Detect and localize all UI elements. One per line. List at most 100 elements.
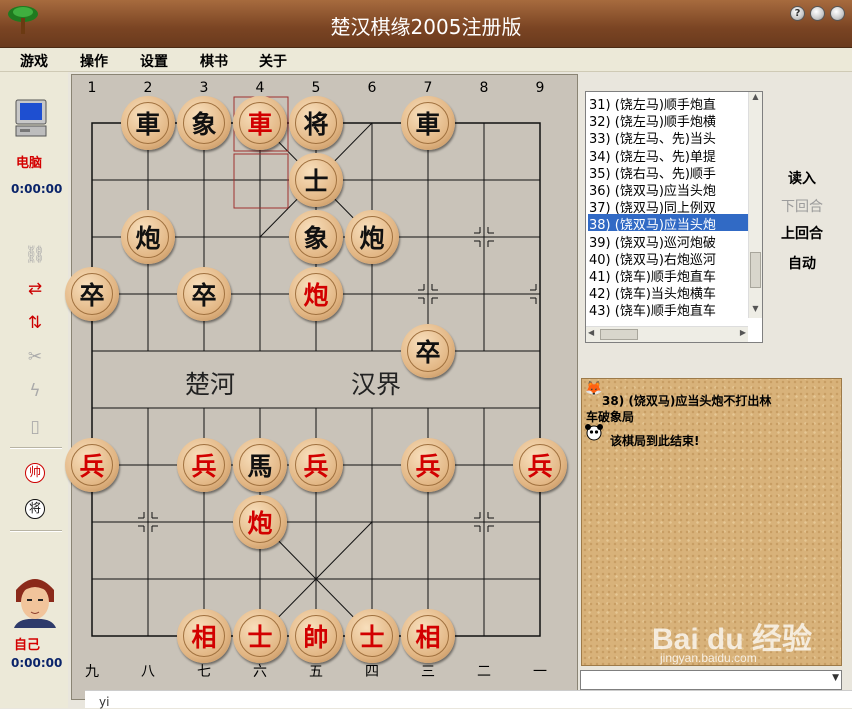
next-move-button[interactable]: 下回合 (772, 196, 832, 216)
move-list-vertical-scrollbar[interactable]: ▲ ▼ (748, 92, 762, 318)
auto-play-button[interactable]: 自动 (772, 253, 832, 273)
move-list-item[interactable]: 35) (饶右马、先)顺手 (588, 163, 752, 180)
piece-label: 兵 (183, 444, 225, 486)
close-button[interactable] (830, 6, 845, 21)
lightning-icon[interactable]: ϟ (22, 378, 48, 404)
piece-label: 卒 (183, 273, 225, 315)
red-piece[interactable]: 兵 (513, 438, 567, 492)
red-piece[interactable]: 相 (177, 609, 231, 663)
black-general-icon[interactable]: 将 (22, 496, 48, 522)
red-piece[interactable]: 車 (233, 96, 287, 150)
file-label-bottom: 八 (141, 664, 155, 680)
piece-label: 士 (239, 615, 281, 657)
bottom-input-strip[interactable]: yi (85, 690, 852, 709)
black-piece[interactable]: 士 (289, 153, 343, 207)
scroll-right-icon[interactable]: ▶ (740, 328, 746, 337)
file-label-bottom: 四 (365, 664, 379, 680)
black-piece[interactable]: 象 (289, 210, 343, 264)
red-piece[interactable]: 兵 (289, 438, 343, 492)
self-player-name: 自己 (14, 638, 41, 653)
prev-move-button[interactable]: 上回合 (772, 223, 832, 243)
comment-line-3: 该棋局到此结束! (610, 434, 700, 448)
move-list-item[interactable]: 41) (饶车)顺手炮直车 (588, 266, 752, 283)
black-piece[interactable]: 馬 (233, 438, 287, 492)
scroll-up-icon[interactable]: ▲ (749, 92, 762, 106)
computer-timer: 0:00:00 (11, 182, 63, 196)
left-panel: 电脑 0:00:00 ⛓ ⇄ ⇅ ✂ ϟ ▯ 帅 将 自己 0:00:00 (0, 72, 68, 708)
load-button[interactable]: 读入 (772, 168, 832, 188)
move-list-item[interactable]: 36) (饶双马)应当头炮 (588, 180, 752, 197)
red-piece[interactable]: 炮 (233, 495, 287, 549)
menu-game[interactable]: 游戏 (20, 51, 48, 71)
file-label-top: 6 (367, 80, 377, 96)
menu-chessbook[interactable]: 棋书 (200, 51, 228, 71)
black-piece[interactable]: 車 (401, 96, 455, 150)
menu-about[interactable]: 关于 (259, 51, 287, 71)
scroll-down-icon[interactable]: ▼ (749, 304, 762, 318)
black-piece[interactable]: 将 (289, 96, 343, 150)
scroll-thumb[interactable] (600, 329, 638, 340)
black-piece[interactable]: 象 (177, 96, 231, 150)
file-label-top: 8 (479, 80, 489, 96)
swap-arrows-icon[interactable]: ⇄ (22, 276, 48, 302)
red-piece[interactable]: 士 (233, 609, 287, 663)
scroll-thumb[interactable] (750, 252, 761, 288)
scissors-icon[interactable]: ✂ (22, 344, 48, 370)
red-piece[interactable]: 兵 (177, 438, 231, 492)
red-piece[interactable]: 炮 (289, 267, 343, 321)
comment-line-1: 38) (饶双马)应当头炮不打出林 (602, 394, 772, 408)
menu-settings[interactable]: 设置 (140, 51, 168, 71)
move-list-item[interactable]: 37) (饶双马)同上例双 (588, 197, 752, 214)
black-piece[interactable]: 炮 (345, 210, 399, 264)
move-list-item[interactable]: 32) (饶左马)顺手炮横 (588, 111, 752, 128)
red-piece[interactable]: 帥 (289, 609, 343, 663)
red-general-icon[interactable]: 帅 (22, 460, 48, 486)
chevron-down-icon[interactable]: ▼ (832, 673, 839, 683)
red-piece[interactable]: 士 (345, 609, 399, 663)
menu-operation[interactable]: 操作 (80, 51, 108, 71)
file-label-top: 9 (535, 80, 545, 96)
piece-label: 炮 (351, 216, 393, 258)
black-piece[interactable]: 炮 (121, 210, 175, 264)
move-list-item[interactable]: 39) (饶双马)巡河炮破 (588, 232, 752, 249)
help-button[interactable]: ? (790, 6, 805, 21)
file-label-top: 2 (143, 80, 153, 96)
red-piece[interactable]: 相 (401, 609, 455, 663)
move-list-item[interactable]: 42) (饶车)当头炮横车 (588, 283, 752, 300)
black-piece[interactable]: 卒 (177, 267, 231, 321)
watermark-subtext: jingyan.baidu.com (660, 651, 757, 665)
link-icon[interactable]: ⛓ (22, 242, 48, 268)
move-list-item[interactable]: 38) (饶双马)应当头炮 (588, 214, 752, 232)
piece-label: 車 (239, 102, 281, 144)
move-list-item[interactable]: 33) (饶左马、先)当头 (588, 128, 752, 145)
move-list-item[interactable]: 43) (饶车)顺手炮直车 (588, 300, 752, 317)
move-list-item[interactable]: 34) (饶左马、先)单提 (588, 146, 752, 163)
piece-label: 車 (127, 102, 169, 144)
page-icon[interactable]: ▯ (22, 414, 48, 440)
flip-board-icon[interactable]: ⇅ (22, 310, 48, 336)
red-piece[interactable]: 兵 (65, 438, 119, 492)
divider (10, 530, 62, 532)
status-dropdown[interactable]: ▼ (580, 670, 842, 690)
piece-label: 炮 (295, 273, 337, 315)
computer-player-name: 电脑 (16, 156, 43, 171)
move-list-item[interactable]: 40) (饶双马)右炮巡河 (588, 249, 752, 266)
piece-label: 相 (407, 615, 449, 657)
piece-label: 帥 (295, 615, 337, 657)
minimize-button[interactable] (810, 6, 825, 21)
file-label-bottom: 一 (533, 664, 547, 680)
scroll-left-icon[interactable]: ◀ (588, 328, 594, 337)
menu-bar: 游戏 操作 设置 棋书 关于 (0, 48, 852, 72)
move-list[interactable]: 31) (饶左马)顺手炮直 32) (饶左马)顺手炮横 33) (饶左马、先)当头 3… (585, 91, 763, 343)
black-piece[interactable]: 車 (121, 96, 175, 150)
file-label-bottom: 九 (85, 664, 99, 680)
move-list-horizontal-scrollbar[interactable]: ◀ ▶ (586, 326, 748, 342)
move-list-item[interactable]: 31) (饶左马)顺手炮直 (588, 94, 752, 111)
black-piece[interactable]: 卒 (65, 267, 119, 321)
file-label-bottom: 二 (477, 664, 491, 680)
red-piece[interactable]: 兵 (401, 438, 455, 492)
chess-board[interactable]: 123456789 九八七六五四三二一 楚河 汉界 車象車将車士炮象炮卒卒炮卒兵… (65, 74, 578, 700)
piece-label: 炮 (127, 216, 169, 258)
black-piece[interactable]: 卒 (401, 324, 455, 378)
comment-panel: 🦊 38) (饶双马)应当头炮不打出林 车破象局 该棋局到此结束! Bai du… (581, 378, 842, 666)
